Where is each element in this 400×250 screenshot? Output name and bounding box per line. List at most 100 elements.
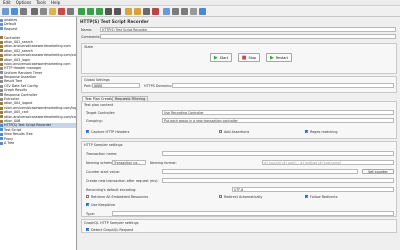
tree-node-label: A Tree xyxy=(4,140,15,145)
restart-label: Restart xyxy=(275,55,289,60)
grouping-select[interactable]: Put each group in a new transaction cont… xyxy=(162,118,394,123)
tree-node-icon xyxy=(0,49,3,53)
tree-node-icon xyxy=(0,124,3,128)
naming-scheme-label: Naming scheme: xyxy=(86,161,115,165)
toolbar-button-3-icon[interactable] xyxy=(31,7,38,15)
toolbar-button-18-icon[interactable] xyxy=(172,7,179,15)
tree-node-icon xyxy=(0,141,3,145)
capture-headers-label: Capture HTTP Headers xyxy=(91,130,130,134)
tree-node-icon xyxy=(0,80,3,84)
comments-label: Comments: xyxy=(81,35,101,39)
tree-node-icon xyxy=(0,27,3,31)
redirect-auto-label: Redirect Automatically xyxy=(224,195,263,199)
toolbar-button-8-icon[interactable] xyxy=(78,7,85,15)
encoding-field[interactable]: UTF-8 xyxy=(232,187,394,192)
encoding-label: Recording's default encoding: xyxy=(86,188,137,192)
toolbar-button-12-icon[interactable] xyxy=(114,7,121,15)
tree-node-icon xyxy=(0,23,3,27)
toolbar-button-11-icon[interactable] xyxy=(105,7,112,15)
menu-tools[interactable]: Tools xyxy=(36,0,46,5)
use-keepalive-checkbox[interactable]: ✓ xyxy=(86,203,90,207)
tree-node-icon xyxy=(0,18,3,22)
http-sampler-settings-panel: HTTP Sampler settings Transaction name: … xyxy=(81,141,397,217)
tree-node-icon xyxy=(0,71,3,75)
follow-redirects-label: Follow Redirects xyxy=(310,195,338,199)
tree-node-icon xyxy=(0,31,3,35)
tree-node-icon xyxy=(0,53,3,57)
set-counter-button[interactable]: Set counter xyxy=(362,169,394,174)
toolbar-button-5-icon[interactable] xyxy=(49,7,56,15)
toolbar-button-21-icon[interactable] xyxy=(199,7,206,15)
retrieve-resources-label: Retrieve All Embedded Resources xyxy=(91,195,149,199)
https-domains-field[interactable] xyxy=(172,83,394,88)
tree-node-icon xyxy=(0,93,3,97)
regex-matching-checkbox[interactable]: ✓ xyxy=(305,130,309,134)
create-new-transaction-field[interactable] xyxy=(162,178,394,183)
menu-options[interactable]: Options xyxy=(16,0,31,5)
start-button[interactable]: ▶ Start xyxy=(210,53,232,62)
test-plan-content-legend: Test plan content xyxy=(84,103,114,107)
tree-node-icon xyxy=(0,115,3,119)
tree-node-icon xyxy=(0,84,3,88)
tree-node-icon xyxy=(0,132,3,136)
retrieve-resources-checkbox[interactable] xyxy=(86,195,90,199)
name-field[interactable]: HTTP(S) Test Script Recorder xyxy=(100,27,396,32)
add-assertions-checkbox[interactable] xyxy=(219,130,223,134)
comments-field[interactable] xyxy=(100,34,396,39)
toolbar-button-20-icon[interactable] xyxy=(190,7,197,15)
toolbar-button-15-icon[interactable] xyxy=(143,7,150,15)
tree-node-icon xyxy=(0,110,3,114)
toolbar-button-6-icon[interactable] xyxy=(58,7,65,15)
https-domains-label: HTTPS Domains: xyxy=(144,84,172,88)
global-settings-panel: Global Settings Port: 8888 HTTPS Domains… xyxy=(81,76,397,93)
counter-start-field[interactable] xyxy=(162,169,358,174)
tree-node-icon xyxy=(0,45,3,49)
toolbar-button-14-icon[interactable] xyxy=(134,7,141,15)
restart-icon: ▶ xyxy=(269,54,274,61)
capture-headers-checkbox[interactable]: ✓ xyxy=(86,130,90,134)
tree-node-label: Request xyxy=(4,26,18,31)
test-plan-content-panel: Test plan content Target Controller: Use… xyxy=(81,101,397,139)
naming-format-field[interactable]: #{counter}#{path} - #{method}#{hostname} xyxy=(262,160,394,165)
type-field[interactable] xyxy=(112,211,394,216)
tree-node-icon xyxy=(0,58,3,62)
toolbar-button-2-icon[interactable] xyxy=(20,7,27,15)
state-panel: State ▶ Start ■ Stop ▶ Restart xyxy=(81,43,397,74)
toolbar-button-10-icon[interactable] xyxy=(96,7,103,15)
tree-node-icon xyxy=(0,97,3,101)
transaction-name-field[interactable] xyxy=(162,151,394,156)
tree-node-icon xyxy=(0,128,3,132)
tree-node-icon xyxy=(0,62,3,66)
port-field[interactable]: 8888 xyxy=(92,83,140,88)
tree-node-icon xyxy=(0,40,3,44)
detect-graphql-checkbox[interactable]: ✓ xyxy=(86,228,90,232)
toolbar-button-7-icon[interactable] xyxy=(67,7,74,15)
port-label: Port: xyxy=(84,84,92,88)
start-label: Start xyxy=(219,55,229,60)
toolbar-button-19-icon[interactable] xyxy=(181,7,188,15)
menu-help[interactable]: Help xyxy=(51,0,60,5)
start-icon: ▶ xyxy=(213,54,218,61)
restart-button[interactable]: ▶ Restart xyxy=(266,53,292,62)
toolbar-button-13-icon[interactable] xyxy=(125,7,132,15)
redirect-auto-checkbox[interactable] xyxy=(219,195,223,199)
use-keepalive-label: Use KeepAlive xyxy=(91,203,116,207)
follow-redirects-checkbox[interactable]: ✓ xyxy=(305,195,309,199)
naming-scheme-select[interactable]: Transaction na... xyxy=(112,160,146,165)
global-settings-legend: Global Settings xyxy=(84,78,110,82)
toolbar-button-1-icon[interactable] xyxy=(11,7,18,15)
name-label: Name: xyxy=(81,28,93,32)
toolbar-button-0-icon[interactable] xyxy=(2,7,9,15)
toolbar-button-16-icon[interactable] xyxy=(152,7,159,15)
detect-graphql-label: Detect GraphQL Request xyxy=(91,228,134,232)
tree-node-icon xyxy=(0,36,3,40)
menu-edit[interactable]: Edit xyxy=(3,0,11,5)
stop-button[interactable]: ■ Stop xyxy=(238,53,260,62)
stop-icon: ■ xyxy=(241,54,247,61)
test-plan-tree[interactable]: ariables Default Request Controller ation_00… xyxy=(0,17,77,250)
target-controller-select[interactable]: Use Recording Controller xyxy=(162,110,394,115)
toolbar-button-4-icon[interactable] xyxy=(40,7,47,15)
toolbar-button-17-icon[interactable] xyxy=(163,7,170,15)
tree-node[interactable]: A Tree xyxy=(0,141,76,145)
toolbar-button-9-icon[interactable] xyxy=(87,7,94,15)
